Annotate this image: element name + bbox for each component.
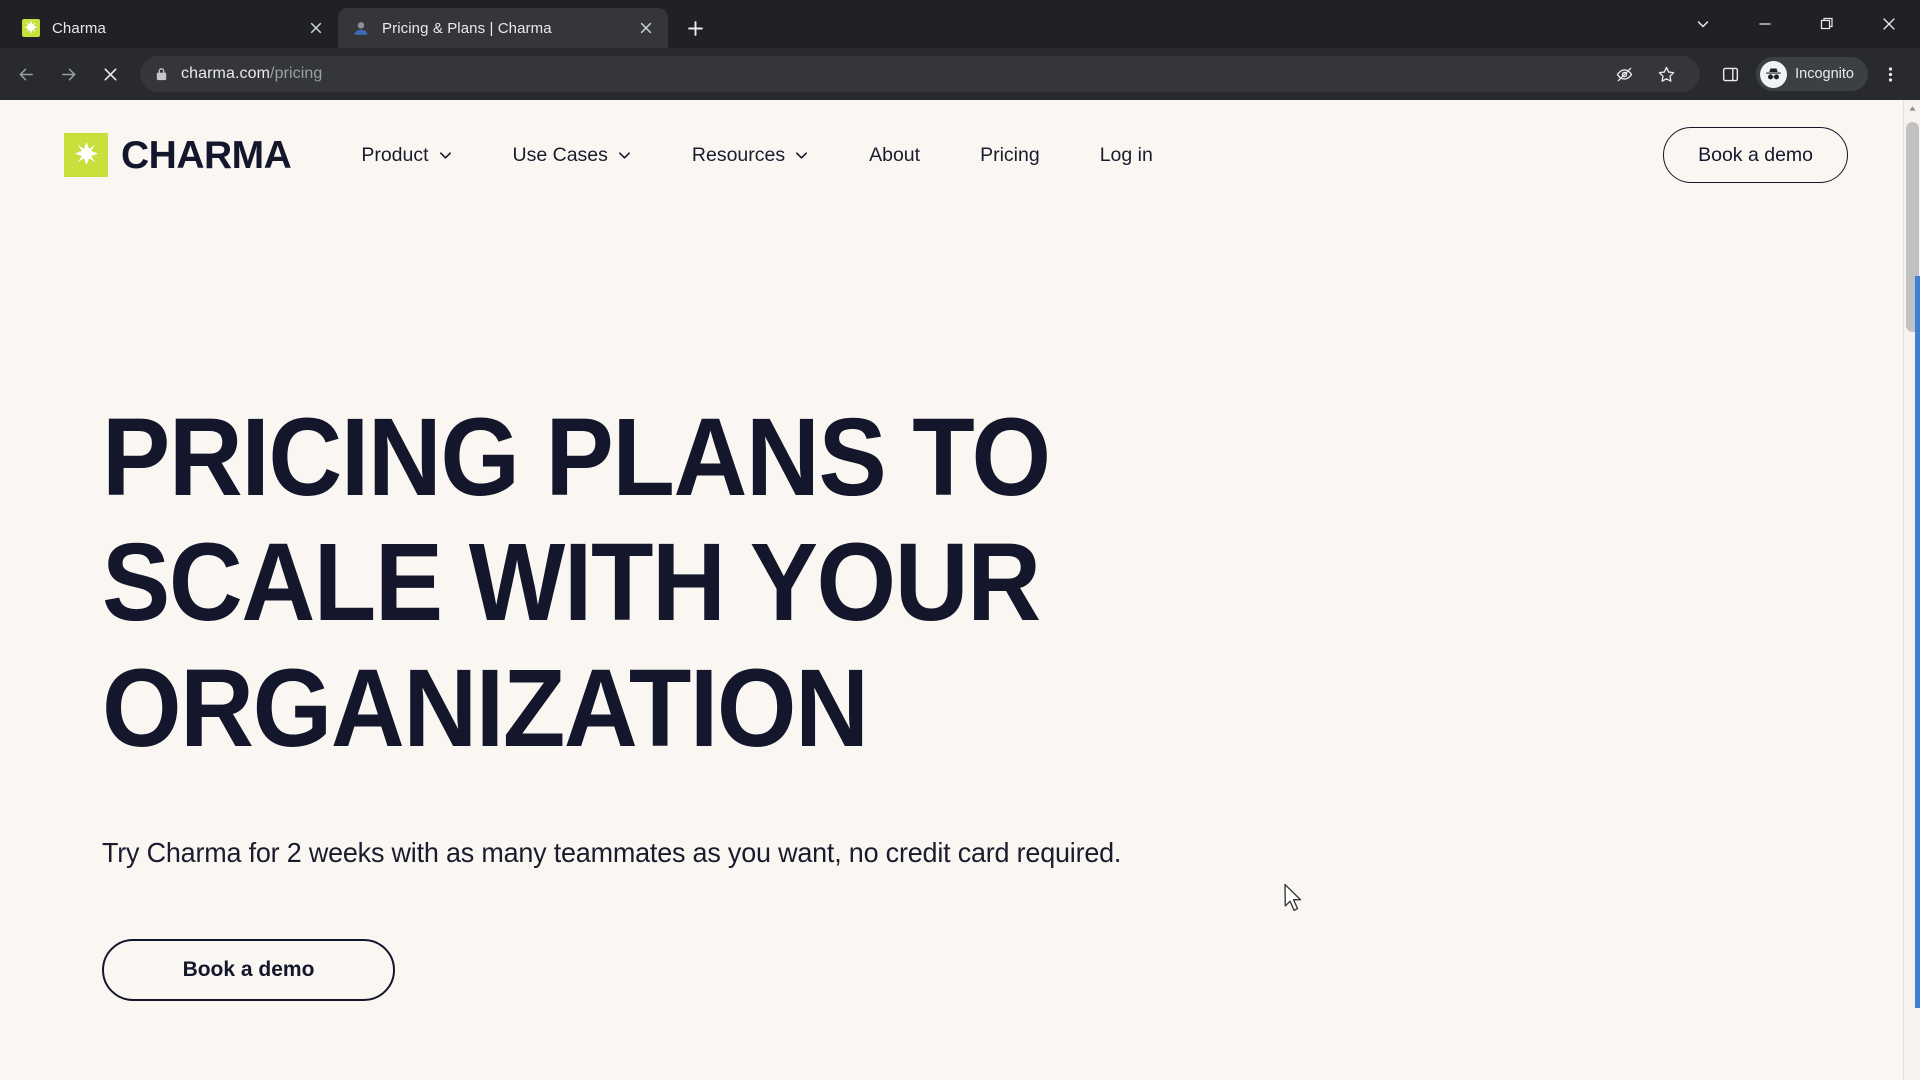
site-header: CHARMA Product Use Cases Resources About… [0,100,1903,210]
url-domain: charma.com [181,65,271,82]
window-focus-accent [1915,276,1920,1008]
browser-tab-charma[interactable]: Charma [8,8,338,48]
hero-subtitle: Try Charma for 2 weeks with as many team… [102,837,1122,869]
nav-item-about[interactable]: About [869,134,920,177]
incognito-profile-chip[interactable]: Incognito [1756,57,1868,91]
page-viewport: CHARMA Product Use Cases Resources About… [0,100,1920,1080]
new-tab-button[interactable] [678,11,712,45]
page-title: PRICING PLANS TO SCALE WITH YOUR ORGANIZ… [102,396,1051,770]
close-window-icon[interactable] [1858,0,1920,48]
back-arrow-icon[interactable] [6,54,46,94]
incognito-label: Incognito [1795,66,1854,82]
nav-item-use-cases[interactable]: Use Cases [513,134,632,177]
hero-book-a-demo-button[interactable]: Book a demo [102,939,395,1002]
nav-label: About [869,143,921,166]
tab-title: Pricing & Plans | Charma [382,19,552,37]
stop-loading-icon[interactable] [90,54,130,94]
loading-page-icon [352,19,370,37]
nav-label: Pricing [980,143,1040,166]
book-a-demo-button[interactable]: Book a demo [1663,127,1848,183]
charma-pricing-page: CHARMA Product Use Cases Resources About… [0,100,1903,1080]
omnibox-actions [1594,54,1686,94]
main-navigation: Product Use Cases Resources About Pricin… [361,134,1153,177]
close-icon[interactable] [634,16,658,40]
nav-label: Product [361,143,429,166]
forward-arrow-icon[interactable] [48,54,88,94]
browser-toolbar: charma.com/pricing Incognito [0,48,1920,100]
url-text: charma.com/pricing [181,65,322,83]
lock-icon [154,67,169,82]
url-path: /pricing [270,65,323,82]
nav-item-resources[interactable]: Resources [692,134,809,177]
three-dot-menu-icon[interactable] [1870,54,1910,94]
hero-section: PRICING PLANS TO SCALE WITH YOUR ORGANIZ… [0,210,1903,1002]
logo-wordmark: CHARMA [121,133,292,177]
nav-label: Log in [1099,143,1153,166]
browser-window: Charma Pricing & Plans | Charma charma.c… [0,0,1920,1080]
window-controls [1672,0,1920,48]
tab-title: Charma [52,19,106,37]
browser-tab-pricing-plans[interactable]: Pricing & Plans | Charma [338,8,668,48]
nav-item-pricing[interactable]: Pricing [980,134,1040,177]
nav-item-product[interactable]: Product [361,134,452,177]
restore-icon[interactable] [1796,0,1858,48]
eye-slash-icon[interactable] [1604,54,1644,94]
scroll-up-arrow-icon[interactable] [1904,100,1920,117]
close-icon[interactable] [304,16,328,40]
nav-item-log-in[interactable]: Log in [1100,134,1153,177]
side-panel-icon[interactable] [1710,54,1750,94]
nav-label: Use Cases [512,143,608,166]
chevron-down-icon [618,151,630,159]
tab-strip: Charma Pricing & Plans | Charma [0,0,1920,48]
incognito-avatar-icon [1760,60,1788,88]
charma-logo[interactable]: CHARMA [64,133,292,177]
star-icon[interactable] [1646,54,1686,94]
chevron-down-icon [439,151,451,159]
charma-star-icon [64,133,108,177]
charma-star-icon [22,19,40,37]
tab-search-chevron-down-icon[interactable] [1672,0,1734,48]
address-bar[interactable]: charma.com/pricing [140,54,1701,94]
nav-label: Resources [691,143,786,166]
chevron-down-icon [796,151,808,159]
minimize-icon[interactable] [1734,0,1796,48]
